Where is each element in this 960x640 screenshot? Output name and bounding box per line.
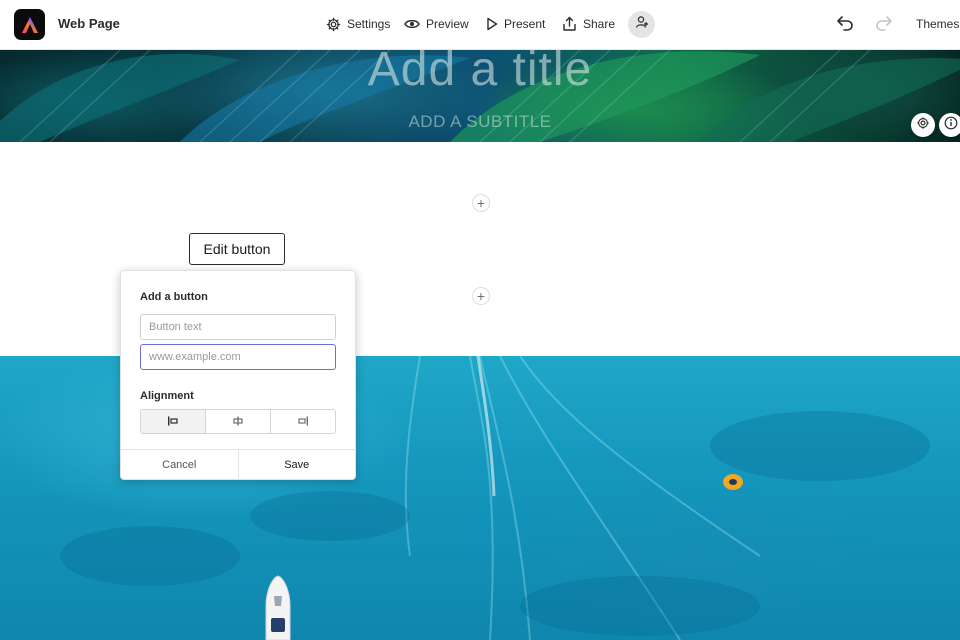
present-label: Present	[504, 17, 546, 31]
invite-collaborator-button[interactable]	[628, 11, 655, 38]
settings-button[interactable]: Settings	[326, 14, 390, 34]
alignment-segmented-control	[140, 409, 336, 434]
popup-footer: Cancel Save	[121, 449, 355, 480]
button-text-input[interactable]	[140, 314, 336, 340]
redo-icon	[874, 16, 894, 37]
top-toolbar: Web Page Settings Preview Present Share	[0, 0, 960, 50]
gear-icon	[916, 116, 930, 135]
align-center-button[interactable]	[206, 410, 271, 433]
present-button[interactable]: Present	[486, 14, 545, 34]
redo-button[interactable]	[874, 13, 894, 38]
page-title-placeholder[interactable]: Add a title	[0, 50, 960, 97]
add-block-button[interactable]: +	[472, 287, 490, 305]
adobe-express-logo-icon[interactable]	[14, 9, 45, 40]
hero-info-button[interactable]	[939, 113, 960, 137]
preview-label: Preview	[426, 17, 469, 31]
add-button-popup: Add a button Alignment Cancel Save	[120, 270, 356, 480]
page-subtitle-placeholder[interactable]: ADD A SUBTITLE	[0, 112, 960, 132]
play-icon	[486, 17, 498, 31]
align-right-icon	[297, 413, 309, 431]
settings-label: Settings	[347, 17, 391, 31]
popup-heading: Add a button	[140, 291, 208, 303]
cancel-button[interactable]: Cancel	[121, 450, 239, 480]
preview-button[interactable]: Preview	[404, 14, 469, 34]
hero-settings-button[interactable]	[911, 113, 935, 137]
gear-icon	[326, 17, 341, 32]
save-button[interactable]: Save	[239, 450, 356, 480]
float-tube	[723, 474, 743, 490]
themes-button[interactable]: Themes	[916, 17, 959, 31]
info-icon	[944, 116, 958, 135]
share-button[interactable]: Share	[562, 14, 615, 34]
boat	[265, 575, 291, 640]
url-input[interactable]	[140, 344, 336, 370]
undo-icon	[835, 16, 855, 37]
add-person-icon	[635, 15, 649, 34]
alignment-label: Alignment	[140, 390, 194, 402]
align-left-icon	[167, 413, 179, 431]
undo-button[interactable]	[835, 13, 855, 38]
share-label: Share	[583, 17, 616, 31]
edit-button[interactable]: Edit button	[189, 233, 285, 265]
document-title[interactable]: Web Page	[58, 16, 120, 31]
eye-icon	[404, 17, 420, 31]
add-block-button[interactable]: +	[472, 194, 490, 212]
share-icon	[562, 16, 577, 32]
align-center-icon	[232, 413, 244, 431]
align-right-button[interactable]	[271, 410, 335, 433]
hero-banner[interactable]: Add a title ADD A SUBTITLE	[0, 50, 960, 142]
align-left-button[interactable]	[141, 410, 206, 433]
